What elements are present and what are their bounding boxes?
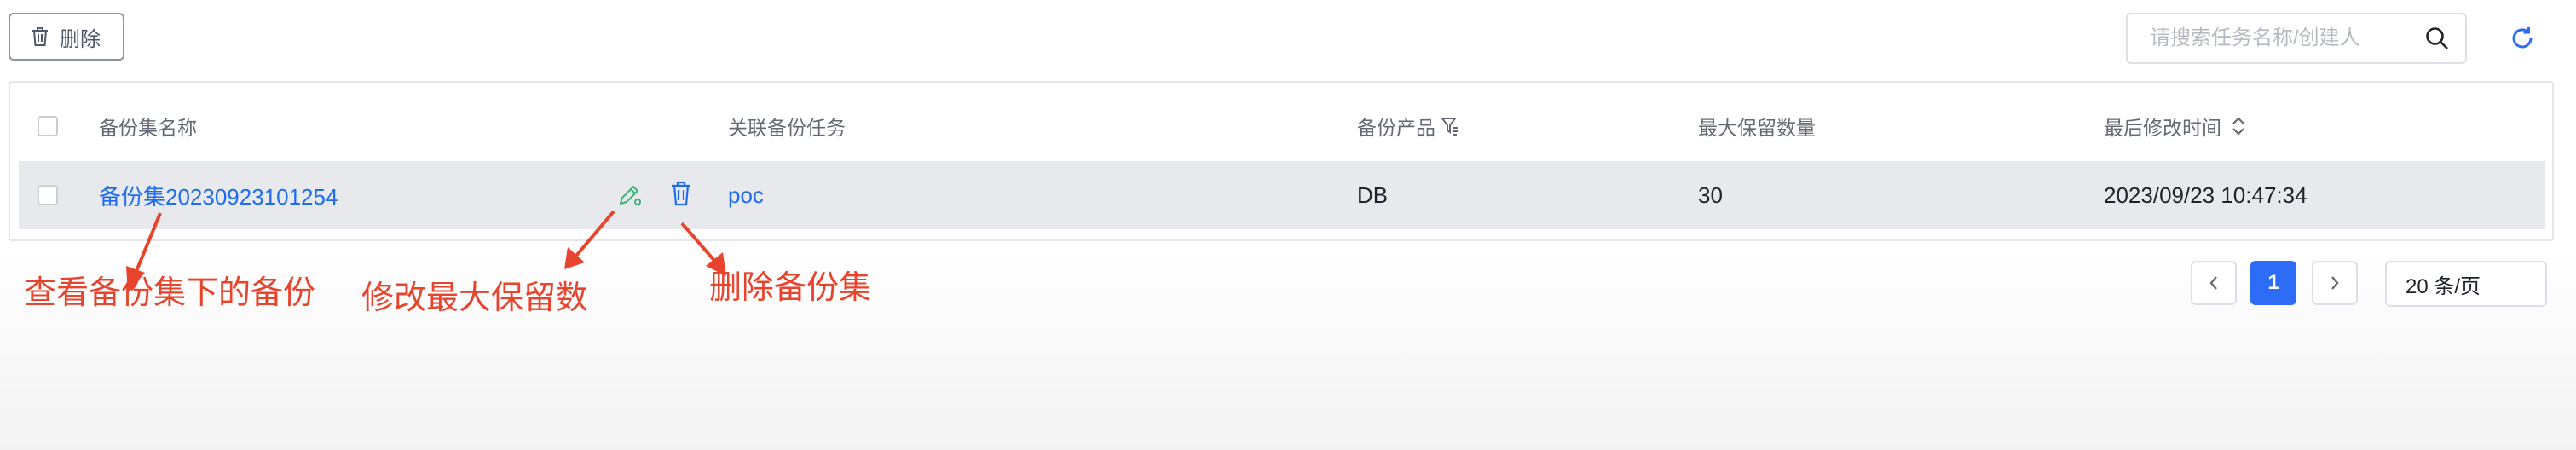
- annotation-arrows: [126, 210, 726, 293]
- arrow-edit: [575, 210, 615, 257]
- arrow-view: [135, 212, 162, 272]
- annotation-view-backups: 查看备份集下的备份: [24, 275, 316, 311]
- annotation-edit-max-keep: 修改最大保留数: [361, 280, 589, 316]
- arrow-delete: [680, 222, 718, 264]
- annotation-delete-backup-set: 删除备份集: [709, 270, 872, 306]
